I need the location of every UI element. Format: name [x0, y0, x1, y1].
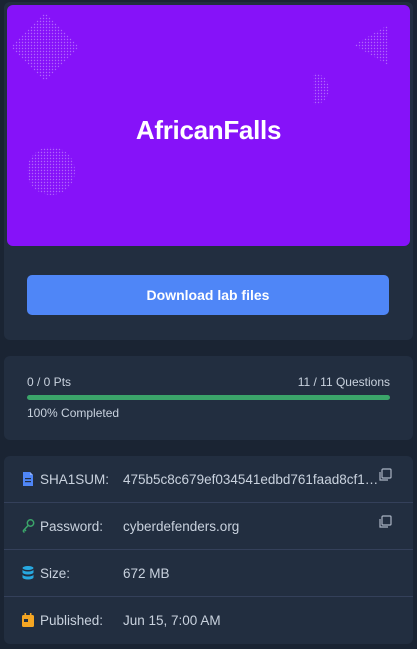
published-row: Published: Jun 15, 7:00 AM — [4, 597, 413, 644]
size-row: Size: 672 MB — [4, 550, 413, 597]
password-value: cyberdefenders.org — [123, 519, 240, 534]
points-text: 0 / 0 Pts — [27, 375, 72, 389]
download-lab-files-button[interactable]: Download lab files — [27, 275, 389, 315]
lab-info-card: SHA1SUM: 475b5c8c679ef034541edbd761faad8… — [4, 456, 413, 644]
size-label: Size: — [40, 566, 71, 581]
published-value: Jun 15, 7:00 AM — [123, 613, 221, 628]
progress-bar-fill — [27, 395, 390, 400]
copy-icon[interactable] — [378, 515, 392, 529]
circle-decoration — [27, 147, 75, 195]
lab-card: AfricanFalls Download lab files — [4, 2, 413, 340]
diamond-decoration — [11, 13, 79, 81]
database-icon — [22, 566, 34, 580]
password-label: Password: — [40, 519, 104, 534]
triangle-decoration — [354, 25, 388, 65]
sha1sum-label: SHA1SUM: — [40, 472, 110, 487]
calendar-icon — [22, 613, 34, 627]
completion-text: 100% Completed — [27, 406, 120, 420]
progress-card: 0 / 0 Pts 11 / 11 Questions 100% Complet… — [4, 356, 413, 440]
file-icon — [23, 472, 33, 486]
published-label: Published: — [40, 613, 104, 628]
key-icon — [22, 519, 35, 534]
lab-title: AfricanFalls — [135, 115, 282, 145]
lab-banner: AfricanFalls — [7, 5, 410, 246]
sha1sum-row: SHA1SUM: 475b5c8c679ef034541edbd761faad8… — [4, 456, 413, 503]
sha1sum-value: 475b5c8c679ef034541edbd761faad8cf10c12c7 — [123, 472, 381, 487]
questions-count: 11 / 11 Questions — [297, 375, 390, 389]
half-circle-decoration — [313, 73, 329, 105]
size-value: 672 MB — [123, 566, 170, 581]
copy-icon[interactable] — [378, 468, 392, 482]
password-row: Password: cyberdefenders.org — [4, 503, 413, 550]
progress-bar — [27, 395, 390, 400]
